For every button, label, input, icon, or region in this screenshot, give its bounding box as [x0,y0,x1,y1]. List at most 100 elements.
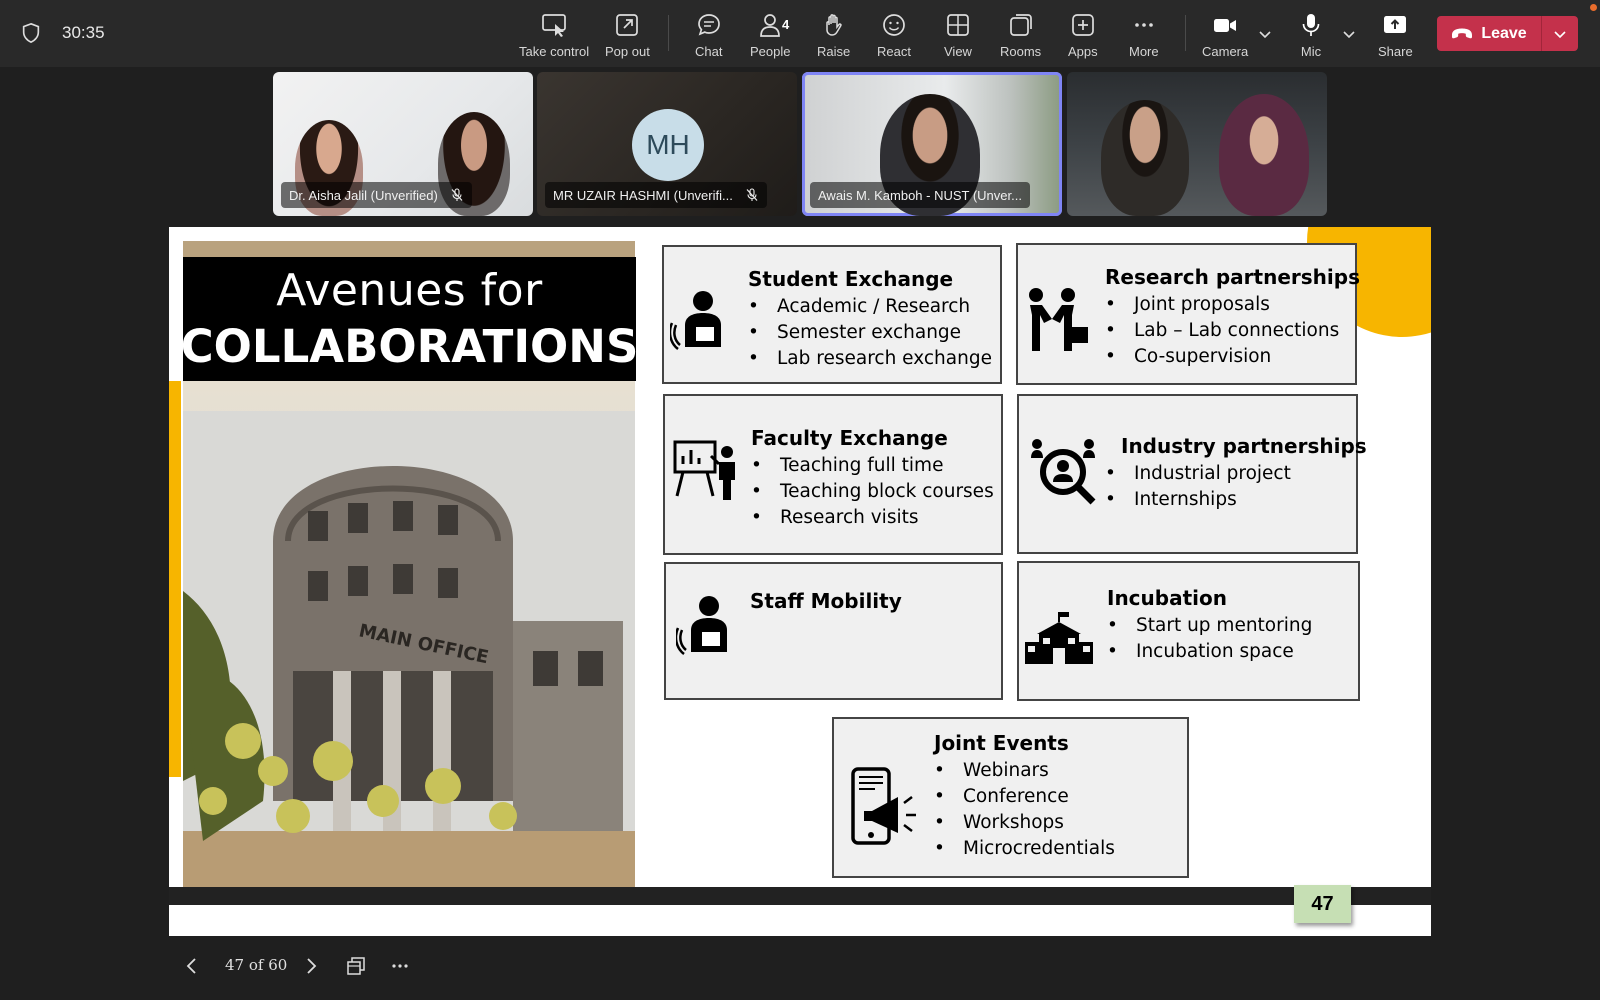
slide-title-line2: COLLABORATIONS [180,320,639,373]
people-icon [760,14,781,37]
card-bullet: Teaching full time [751,453,994,479]
participant-name: MR UZAIR HASHMI (Unverifi... [553,187,733,203]
mic-options-chevron-icon[interactable] [1341,26,1357,42]
card-bullet: Microcredentials [934,836,1115,862]
share-button[interactable]: Share [1378,8,1413,62]
card-bullet-list: Industrial project Internships [1105,461,1291,513]
participant-tile[interactable]: MH MR UZAIR HASHMI (Unverifi... [537,72,797,216]
pop-out-icon [616,14,639,36]
share-screen-icon [1384,16,1407,33]
mic-button[interactable]: Mic [1298,8,1324,62]
participant-tile[interactable] [1067,72,1327,216]
share-label: Share [1378,44,1413,59]
card-bullet: Conference [934,784,1115,810]
shield-icon[interactable] [20,22,42,44]
microphone-icon [1302,14,1320,36]
raise-hand-icon [825,14,842,36]
mic-label: Mic [1300,44,1322,59]
slide-accent-bar [169,381,181,777]
card-title: Student Exchange [748,267,954,291]
take-control-label: Take control [519,44,590,59]
slides-overview-icon [347,957,365,975]
card-bullet: Webinars [934,758,1115,784]
slide-number-badge: 47 [1294,885,1351,923]
participant-tile[interactable]: Dr. Aisha Jalil (Unverified) [273,72,533,216]
card-bullet: Co-supervision [1105,344,1339,370]
react-label: React [877,44,911,59]
camera-label: Camera [1202,44,1249,59]
mic-muted-icon [746,188,758,201]
view-grid-icon [947,14,969,36]
card-bullet: Workshops [934,810,1115,836]
raise-hand-button[interactable]: Raise [817,8,850,62]
presentation-more-options-button[interactable] [384,950,416,982]
card-bullet-list: Webinars Conference Workshops Microcrede… [934,758,1115,862]
chevron-down-icon [1554,30,1566,38]
view-label: View [944,44,972,59]
card-title: Research partnerships [1105,265,1360,289]
toolbar-divider [668,15,669,51]
chat-button[interactable]: Chat [695,8,722,62]
student-icon [670,291,721,350]
leave-label: Leave [1481,24,1527,42]
hang-up-phone-icon [1452,28,1473,38]
rooms-label: Rooms [1000,44,1042,59]
card-title: Staff Mobility [750,589,902,613]
slide-title-box: Avenues for COLLABORATIONS [180,257,639,381]
student-exchange-card: Student Exchange Academic / Research Sem… [662,245,1002,384]
take-control-icon [542,14,566,37]
card-title: Joint Events [934,731,1069,755]
slide-page-indicator: 47 of 60 [225,956,288,974]
slide-grid-view-button[interactable] [340,950,372,982]
camera-options-chevron-icon[interactable] [1257,26,1273,42]
react-emoji-icon [883,14,905,36]
toolbar-divider [1185,15,1186,51]
apps-add-icon [1071,14,1094,36]
card-bullet-list: Academic / Research Semester exchange La… [748,294,992,372]
people-label: People [750,44,791,59]
leave-button[interactable]: Leave [1437,16,1542,51]
recruitment-search-icon [1031,439,1096,505]
card-bullet: Joint proposals [1105,292,1339,318]
previous-slide-button[interactable] [176,950,208,982]
take-control-button[interactable]: Take control [519,8,589,62]
card-bullet: Lab research exchange [748,346,992,372]
slide-footer-bar [169,887,1431,905]
industry-partnerships-card: Industry partnerships Industrial project… [1017,394,1367,554]
react-button[interactable]: React [877,8,911,62]
card-bullet: Teaching block courses [751,479,994,505]
staff-mobility-card: Staff Mobility [664,562,1003,700]
card-bullet-list: Start up mentoring Incubation space [1107,613,1312,665]
chat-label: Chat [695,44,723,59]
people-count-badge: 4 [782,17,790,32]
camera-button[interactable]: Camera [1202,8,1248,62]
card-title: Incubation [1107,586,1227,610]
card-bullet: Industrial project [1105,461,1291,487]
next-slide-button[interactable] [295,950,327,982]
chevron-left-icon [186,958,196,974]
phone-megaphone-icon [851,767,916,845]
meeting-toolbar: 30:35 Take control Pop out Chat 4 People… [0,0,1600,67]
view-button[interactable]: View [944,8,972,62]
apps-label: Apps [1068,44,1098,59]
card-bullet-list: Joint proposals Lab – Lab connections Co… [1105,292,1339,370]
card-bullet: Start up mentoring [1107,613,1312,639]
camera-icon [1214,19,1237,32]
rooms-button[interactable]: Rooms [1000,8,1041,62]
participant-tile-active-speaker[interactable]: Awais M. Kamboh - NUST (Unver... [802,72,1062,216]
more-button[interactable]: More [1129,8,1159,62]
people-button[interactable]: 4 People [750,8,790,62]
apps-button[interactable]: Apps [1068,8,1098,62]
leave-options-dropdown[interactable] [1542,16,1578,51]
more-ellipsis-icon [392,964,408,968]
pop-out-label: Pop out [605,44,650,59]
chevron-right-icon [307,958,317,974]
participant-video-person [1219,94,1309,216]
pop-out-button[interactable]: Pop out [605,8,650,62]
joint-events-card: Joint Events Webinars Conference Worksho… [832,717,1189,878]
chat-icon [697,14,720,36]
card-bullet: Lab – Lab connections [1105,318,1339,344]
research-partnerships-card: Research partnerships Joint proposals La… [1016,243,1360,385]
leave-button-group: Leave [1437,16,1578,51]
card-title: Industry partnerships [1121,434,1367,458]
